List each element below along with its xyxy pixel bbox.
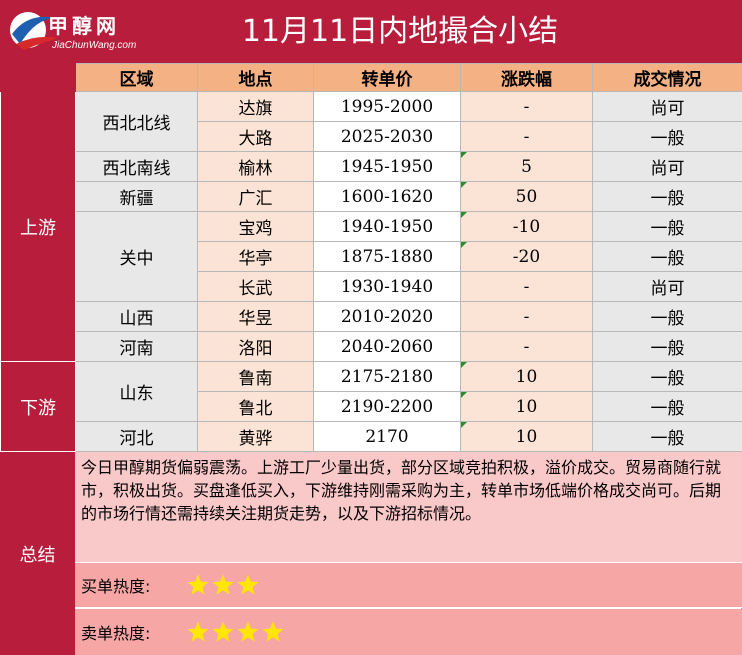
star-icon bbox=[187, 574, 209, 595]
location-cell: 宝鸡 bbox=[197, 211, 314, 242]
header-location: 地点 bbox=[197, 63, 314, 92]
price-cell: 1930-1940 bbox=[313, 271, 461, 302]
location-cell: 黄骅 bbox=[197, 421, 314, 452]
star-icon bbox=[212, 574, 234, 595]
region-cell: 西北南线 bbox=[75, 151, 198, 182]
star-icon bbox=[262, 621, 284, 642]
header-change: 涨跌幅 bbox=[460, 63, 593, 92]
location-cell: 鲁北 bbox=[197, 391, 314, 422]
buy-heat-row: 买单热度: bbox=[75, 563, 742, 608]
logo-url: JiaChunWang.com bbox=[52, 40, 137, 51]
deal-cell: 一般 bbox=[592, 181, 742, 212]
title-bar: 甲醇网 JiaChunWang.com 11月11日内地撮合小结 bbox=[0, 0, 742, 63]
deal-cell: 一般 bbox=[592, 121, 742, 152]
location-cell: 华亭 bbox=[197, 241, 314, 272]
price-table: 区域 地点 转单价 涨跌幅 成交情况 上游 西北北线 达旗 1995-2000 … bbox=[0, 63, 742, 452]
star-icon bbox=[212, 621, 234, 642]
location-cell: 鲁南 bbox=[197, 361, 314, 392]
deal-cell: 一般 bbox=[592, 391, 742, 422]
change-cell: 10 bbox=[460, 421, 593, 452]
change-cell: 10 bbox=[460, 391, 593, 422]
region-cell: 河北 bbox=[75, 421, 198, 452]
sell-heat-stars bbox=[186, 620, 286, 644]
location-cell: 达旗 bbox=[197, 91, 314, 122]
region-cell: 新疆 bbox=[75, 181, 198, 212]
buy-heat-stars bbox=[186, 573, 261, 597]
deal-cell: 一般 bbox=[592, 241, 742, 272]
table-row: 山西 华昱 2010-2020 - 一般 bbox=[1, 301, 742, 332]
price-cell: 2025-2030 bbox=[313, 121, 461, 152]
section-summary: 总结 bbox=[0, 452, 75, 655]
sell-heat-row: 卖单热度: bbox=[75, 609, 742, 655]
deal-cell: 尚可 bbox=[592, 151, 742, 182]
header-region: 区域 bbox=[75, 63, 198, 92]
change-cell: 5 bbox=[460, 151, 593, 182]
table-row: 河南 洛阳 2040-2060 - 一般 bbox=[1, 331, 742, 362]
change-cell: -10 bbox=[460, 211, 593, 242]
price-cell: 2010-2020 bbox=[313, 301, 461, 332]
deal-cell: 一般 bbox=[592, 421, 742, 452]
buy-heat-label: 买单热度: bbox=[81, 577, 151, 596]
change-cell: 10 bbox=[460, 361, 593, 392]
location-cell: 华昱 bbox=[197, 301, 314, 332]
deal-cell: 尚可 bbox=[592, 271, 742, 302]
star-icon bbox=[187, 621, 209, 642]
table-row: 西北南线 榆林 1945-1950 5 尚可 bbox=[1, 151, 742, 182]
change-cell: - bbox=[460, 331, 593, 362]
price-cell: 2170 bbox=[313, 421, 461, 452]
summary-text: 今日甲醇期货偏弱震荡。上游工厂少量出货，部分区域竞拍积极，溢价成交。贸易商随行就… bbox=[75, 452, 742, 563]
price-cell: 1600-1620 bbox=[313, 181, 461, 212]
table-row: 新疆 广汇 1600-1620 50 一般 bbox=[1, 181, 742, 212]
price-cell: 1945-1950 bbox=[313, 151, 461, 182]
price-cell: 2190-2200 bbox=[313, 391, 461, 422]
price-cell: 2175-2180 bbox=[313, 361, 461, 392]
price-cell: 1875-1880 bbox=[313, 241, 461, 272]
table-row: 河北 黄骅 2170 10 一般 bbox=[1, 421, 742, 452]
region-cell: 西北北线 bbox=[75, 91, 198, 152]
region-cell: 山西 bbox=[75, 301, 198, 332]
header-price: 转单价 bbox=[313, 63, 461, 92]
sell-heat-label: 卖单热度: bbox=[81, 624, 151, 643]
region-cell: 关中 bbox=[75, 211, 198, 302]
header-deal: 成交情况 bbox=[592, 63, 742, 92]
price-cell: 1995-2000 bbox=[313, 91, 461, 122]
region-cell: 山东 bbox=[75, 361, 198, 422]
location-cell: 广汇 bbox=[197, 181, 314, 212]
change-cell: -20 bbox=[460, 241, 593, 272]
deal-cell: 一般 bbox=[592, 211, 742, 242]
price-cell: 1940-1950 bbox=[313, 211, 461, 242]
table-row: 关中 宝鸡 1940-1950 -10 一般 bbox=[1, 211, 742, 302]
location-cell: 长武 bbox=[197, 271, 314, 302]
deal-cell: 一般 bbox=[592, 331, 742, 362]
location-cell: 大路 bbox=[197, 121, 314, 152]
region-cell: 河南 bbox=[75, 331, 198, 362]
header-corner bbox=[0, 63, 76, 92]
star-icon bbox=[237, 621, 259, 642]
change-cell: - bbox=[460, 301, 593, 332]
location-cell: 榆林 bbox=[197, 151, 314, 182]
table-header-row: 区域 地点 转单价 涨跌幅 成交情况 bbox=[0, 63, 742, 92]
section-downstream: 下游 bbox=[0, 361, 76, 452]
price-cell: 2040-2060 bbox=[313, 331, 461, 362]
change-cell: 50 bbox=[460, 181, 593, 212]
change-cell: - bbox=[460, 121, 593, 152]
page-title: 11月11日内地撮合小结 bbox=[241, 14, 559, 49]
section-upstream: 上游 bbox=[0, 91, 76, 362]
logo-name: 甲醇网 bbox=[48, 14, 120, 38]
deal-cell: 尚可 bbox=[592, 91, 742, 122]
change-cell: - bbox=[460, 91, 593, 122]
change-cell: - bbox=[460, 271, 593, 302]
logo: 甲醇网 JiaChunWang.com bbox=[6, 4, 140, 56]
deal-cell: 一般 bbox=[592, 361, 742, 392]
location-cell: 洛阳 bbox=[197, 331, 314, 362]
deal-cell: 一般 bbox=[592, 301, 742, 332]
table-row: 上游 西北北线 达旗 1995-2000 - 尚可 bbox=[0, 91, 742, 362]
table-row: 下游 山东 鲁南 2175-2180 10 一般 bbox=[0, 361, 742, 452]
star-icon bbox=[237, 574, 259, 595]
